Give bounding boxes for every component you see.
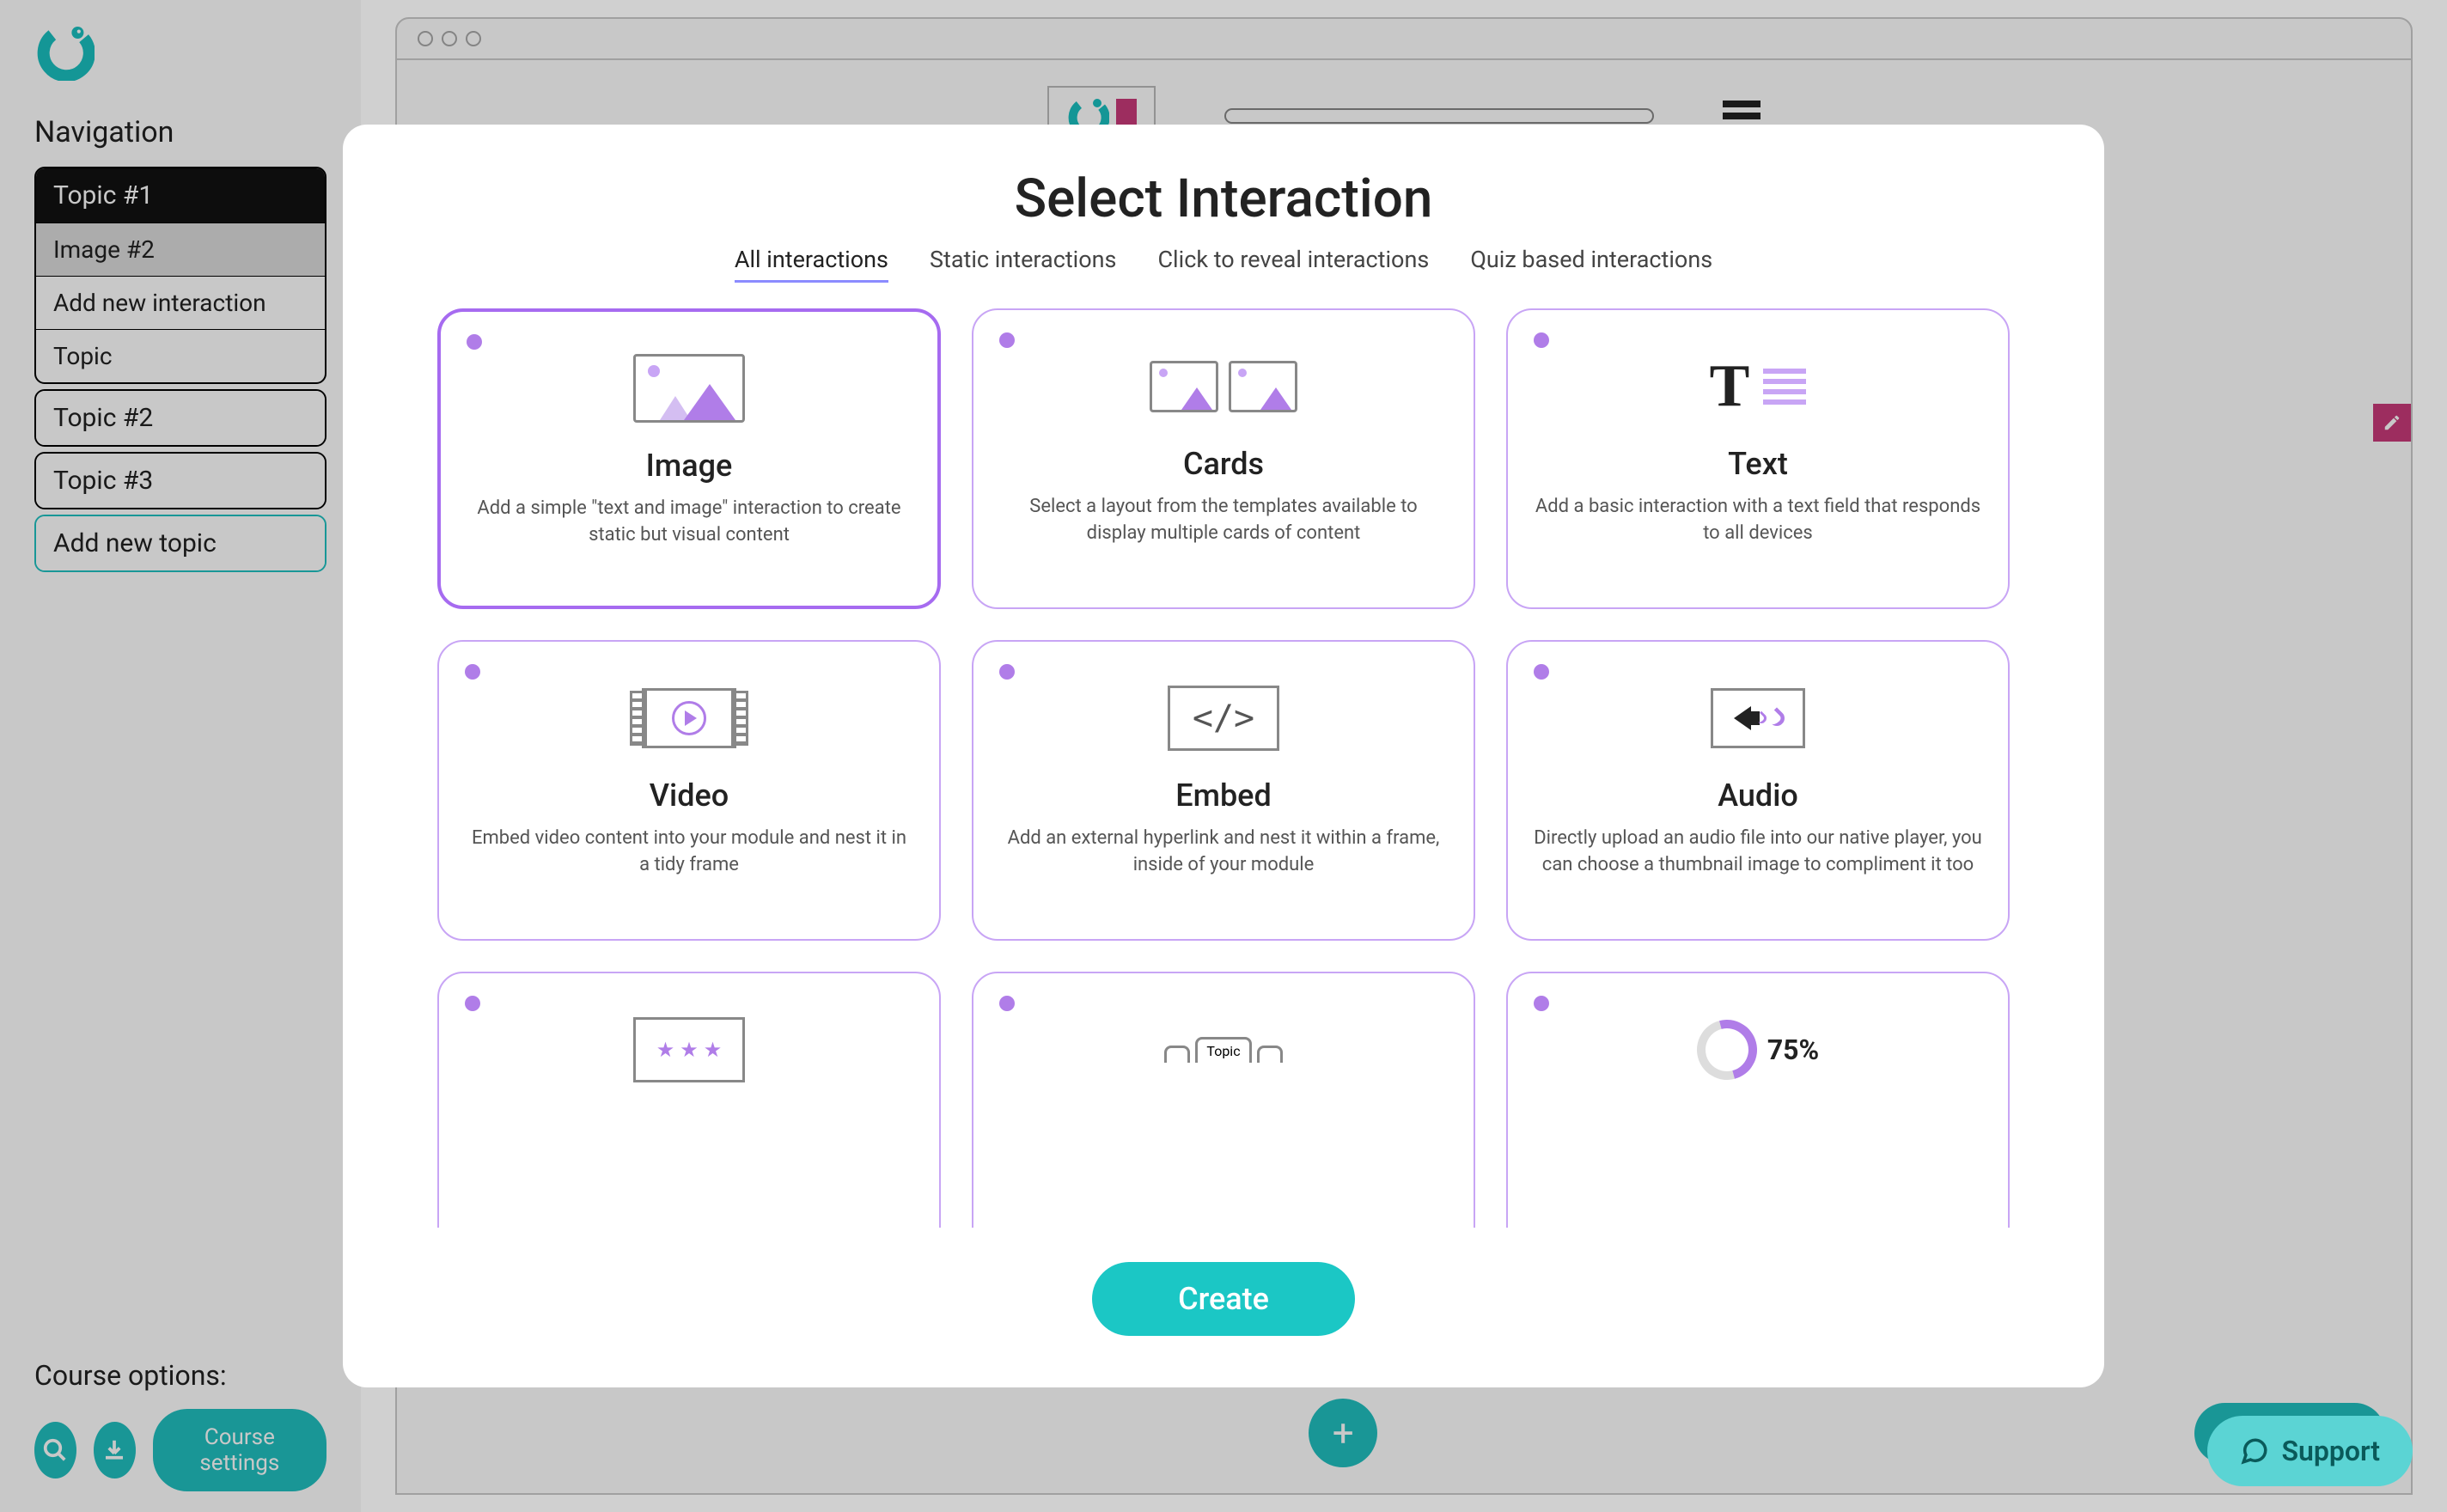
interaction-card-embed[interactable]: </> Embed Add an external hyperlink and ne…	[972, 640, 1475, 941]
tabs-icon: Topic	[1155, 1011, 1292, 1088]
card-title: Audio	[1718, 777, 1798, 814]
stars-icon: ★ ★ ★	[620, 1011, 758, 1088]
card-description: Add an external hyperlink and nest it wi…	[999, 826, 1448, 879]
interaction-card-cards[interactable]: Cards Select a layout from the templates …	[972, 308, 1475, 609]
text-icon: T	[1689, 348, 1827, 425]
card-indicator-dot	[1534, 996, 1549, 1011]
card-description: Embed video content into your module and…	[465, 826, 913, 879]
select-interaction-modal: Select Interaction All interactions Stat…	[343, 125, 2104, 1387]
tab-all-interactions[interactable]: All interactions	[735, 246, 888, 283]
cards-scroll[interactable]: Image Add a simple "text and image" inter…	[377, 308, 2070, 1228]
card-title: Text	[1728, 446, 1788, 482]
card-indicator-dot	[999, 664, 1015, 680]
tab-click-to-reveal[interactable]: Click to reveal interactions	[1157, 246, 1429, 283]
tab-quiz-based[interactable]: Quiz based interactions	[1470, 246, 1712, 283]
card-indicator-dot	[467, 334, 482, 350]
interaction-card-text[interactable]: T Text Add a basic interaction with a text…	[1506, 308, 2010, 609]
card-title: Embed	[1175, 777, 1272, 814]
card-title: Video	[650, 777, 729, 814]
interaction-card-tabs[interactable]: Topic	[972, 972, 1475, 1228]
modal-title: Select Interaction	[377, 168, 2070, 230]
modal-tabs: All interactions Static interactions Cli…	[377, 246, 2070, 283]
card-indicator-dot	[465, 996, 480, 1011]
interaction-card-video[interactable]: Video Embed video content into your modul…	[437, 640, 941, 941]
video-icon	[620, 680, 758, 757]
card-title: Cards	[1183, 446, 1264, 482]
donut-icon: 75%	[1689, 1011, 1827, 1088]
interaction-card-image[interactable]: Image Add a simple "text and image" inter…	[437, 308, 941, 609]
interaction-card-donut[interactable]: 75%	[1506, 972, 2010, 1228]
create-button[interactable]: Create	[1092, 1262, 1355, 1336]
support-label: Support	[2281, 1435, 2380, 1467]
cards-icon	[1155, 348, 1292, 425]
interaction-card-audio[interactable]: Audio Directly upload an audio file into …	[1506, 640, 2010, 941]
card-description: Add a simple "text and image" interactio…	[467, 496, 912, 549]
embed-icon: </>	[1155, 680, 1292, 757]
tab-static-interactions[interactable]: Static interactions	[930, 246, 1117, 283]
card-indicator-dot	[999, 996, 1015, 1011]
audio-icon	[1689, 680, 1827, 757]
card-indicator-dot	[465, 664, 480, 680]
card-description: Add a basic interaction with a text fiel…	[1534, 494, 1982, 547]
card-indicator-dot	[1534, 664, 1549, 680]
card-description: Directly upload an audio file into our n…	[1534, 826, 1982, 879]
card-description: Select a layout from the templates avail…	[999, 494, 1448, 547]
interaction-card-stars[interactable]: ★ ★ ★	[437, 972, 941, 1228]
card-indicator-dot	[1534, 332, 1549, 348]
card-title: Image	[646, 448, 733, 484]
card-indicator-dot	[999, 332, 1015, 348]
image-icon	[620, 350, 758, 427]
support-widget[interactable]: Support	[2207, 1416, 2413, 1486]
